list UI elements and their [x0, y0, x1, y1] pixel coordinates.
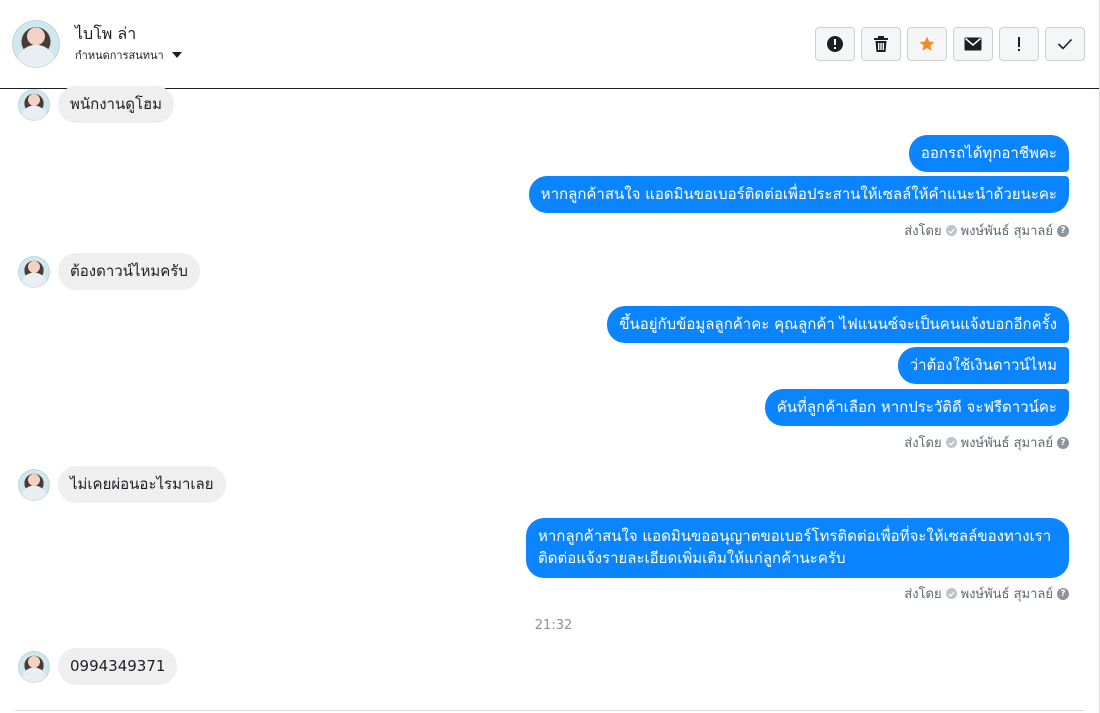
outgoing-bubble[interactable]: หากลูกค้าสนใจ แอดมินขออนุญาตขอเบอร์โทรติ… — [526, 518, 1069, 578]
report-button[interactable] — [815, 27, 855, 61]
conversation-settings-label: กำหนดการสนทนา — [75, 49, 164, 62]
sent-by-info: ส่งโดย พงษ์พันธ์ สุมาลย์ ? — [904, 432, 1069, 453]
incoming-message: ต้องดาวน์ไหมครับ — [18, 253, 200, 290]
star-icon — [919, 36, 935, 51]
envelope-icon — [964, 37, 982, 51]
sent-by-info: ส่งโดย พงษ์พันธ์ สุมาลย์ ? — [904, 583, 1069, 604]
contact-name[interactable]: ไบโพ ล่า — [75, 22, 136, 47]
incoming-bubble[interactable]: ต้องดาวน์ไหมครับ — [58, 253, 200, 290]
outgoing-bubble[interactable]: ขึ้นอยู่กับข้อมูลลูกค้าคะ คุณลูกค้า ไฟแน… — [607, 306, 1069, 343]
incoming-bubble[interactable]: พนักงานดูโฮม — [58, 86, 175, 123]
mark-unread-button[interactable] — [953, 27, 993, 61]
exclamation-icon — [1018, 37, 1020, 51]
composer-divider — [15, 710, 1085, 711]
outgoing-bubble[interactable]: คันที่ลูกค้าเลือก หากประวัติดี จะฟรีดาวน… — [764, 389, 1069, 426]
help-icon[interactable]: ? — [1057, 436, 1069, 449]
verified-icon — [945, 588, 957, 599]
sent-by-label: ส่งโดย — [904, 224, 942, 239]
report-icon — [827, 36, 843, 52]
toolbar — [815, 27, 1085, 61]
contact-avatar[interactable] — [12, 20, 60, 68]
check-icon — [1057, 38, 1073, 50]
important-button[interactable] — [999, 27, 1039, 61]
message-timestamp: 21:32 — [534, 618, 573, 633]
incoming-bubble[interactable]: 0994349371 — [58, 648, 178, 685]
trash-icon — [874, 36, 888, 52]
sender-avatar[interactable] — [18, 255, 50, 288]
incoming-message: ไม่เคยผ่อนอะไรมาเลย — [18, 466, 226, 503]
sent-by-label: ส่งโดย — [904, 436, 942, 451]
sent-by-label: ส่งโดย — [904, 587, 942, 602]
outgoing-bubble[interactable]: หากลูกค้าสนใจ แอดมินขอเบอร์ติดต่อเพื่อปร… — [528, 176, 1069, 213]
help-icon[interactable]: ? — [1057, 224, 1069, 237]
mark-done-button[interactable] — [1045, 27, 1085, 61]
conversation-settings-dropdown[interactable]: กำหนดการสนทนา — [75, 46, 182, 64]
outgoing-bubble[interactable]: ออกรถได้ทุกอาชีพคะ — [908, 135, 1069, 172]
verified-icon — [945, 225, 957, 236]
delete-button[interactable] — [861, 27, 901, 61]
incoming-bubble[interactable]: ไม่เคยผ่อนอะไรมาเลย — [58, 466, 226, 503]
star-button[interactable] — [907, 27, 947, 61]
incoming-message: 0994349371 — [18, 648, 178, 685]
help-icon[interactable]: ? — [1057, 587, 1069, 600]
sender-name: พงษ์พันธ์ สุมาลย์ — [960, 224, 1053, 239]
conversation-header: ไบโพ ล่า กำหนดการสนทนา — [0, 0, 1100, 89]
sender-name: พงษ์พันธ์ สุมาลย์ — [960, 436, 1053, 451]
incoming-message: พนักงานดูโฮม — [18, 86, 175, 123]
sent-by-info: ส่งโดย พงษ์พันธ์ สุมาลย์ ? — [904, 220, 1069, 241]
outgoing-bubble[interactable]: ว่าต้องใช้เงินดาวน์ไหม — [897, 347, 1069, 384]
sender-avatar[interactable] — [18, 650, 50, 683]
sender-avatar[interactable] — [18, 468, 50, 501]
verified-icon — [945, 437, 957, 448]
sender-name: พงษ์พันธ์ สุมาลย์ — [960, 587, 1053, 602]
caret-down-icon — [171, 52, 182, 58]
sender-avatar[interactable] — [18, 88, 50, 121]
